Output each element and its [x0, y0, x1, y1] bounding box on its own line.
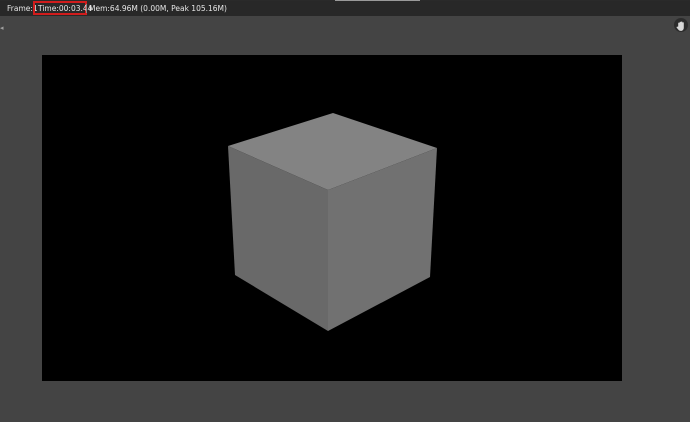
cube-render: [228, 113, 437, 331]
time-label: Time:00:03.44: [38, 4, 93, 13]
info-separator: [86, 4, 87, 13]
scroll-handle-icon[interactable]: ◂: [0, 22, 5, 34]
render-info-bar: Frame:1 Time:00:03.44 Mem:64.96M (0.00M,…: [0, 1, 690, 16]
memory-label: Mem:64.96M (0.00M, Peak 105.16M): [89, 4, 227, 13]
render-result-image: [42, 55, 622, 381]
image-editor-viewport[interactable]: ◂: [0, 16, 690, 422]
hand-pan-icon[interactable]: [674, 18, 688, 32]
